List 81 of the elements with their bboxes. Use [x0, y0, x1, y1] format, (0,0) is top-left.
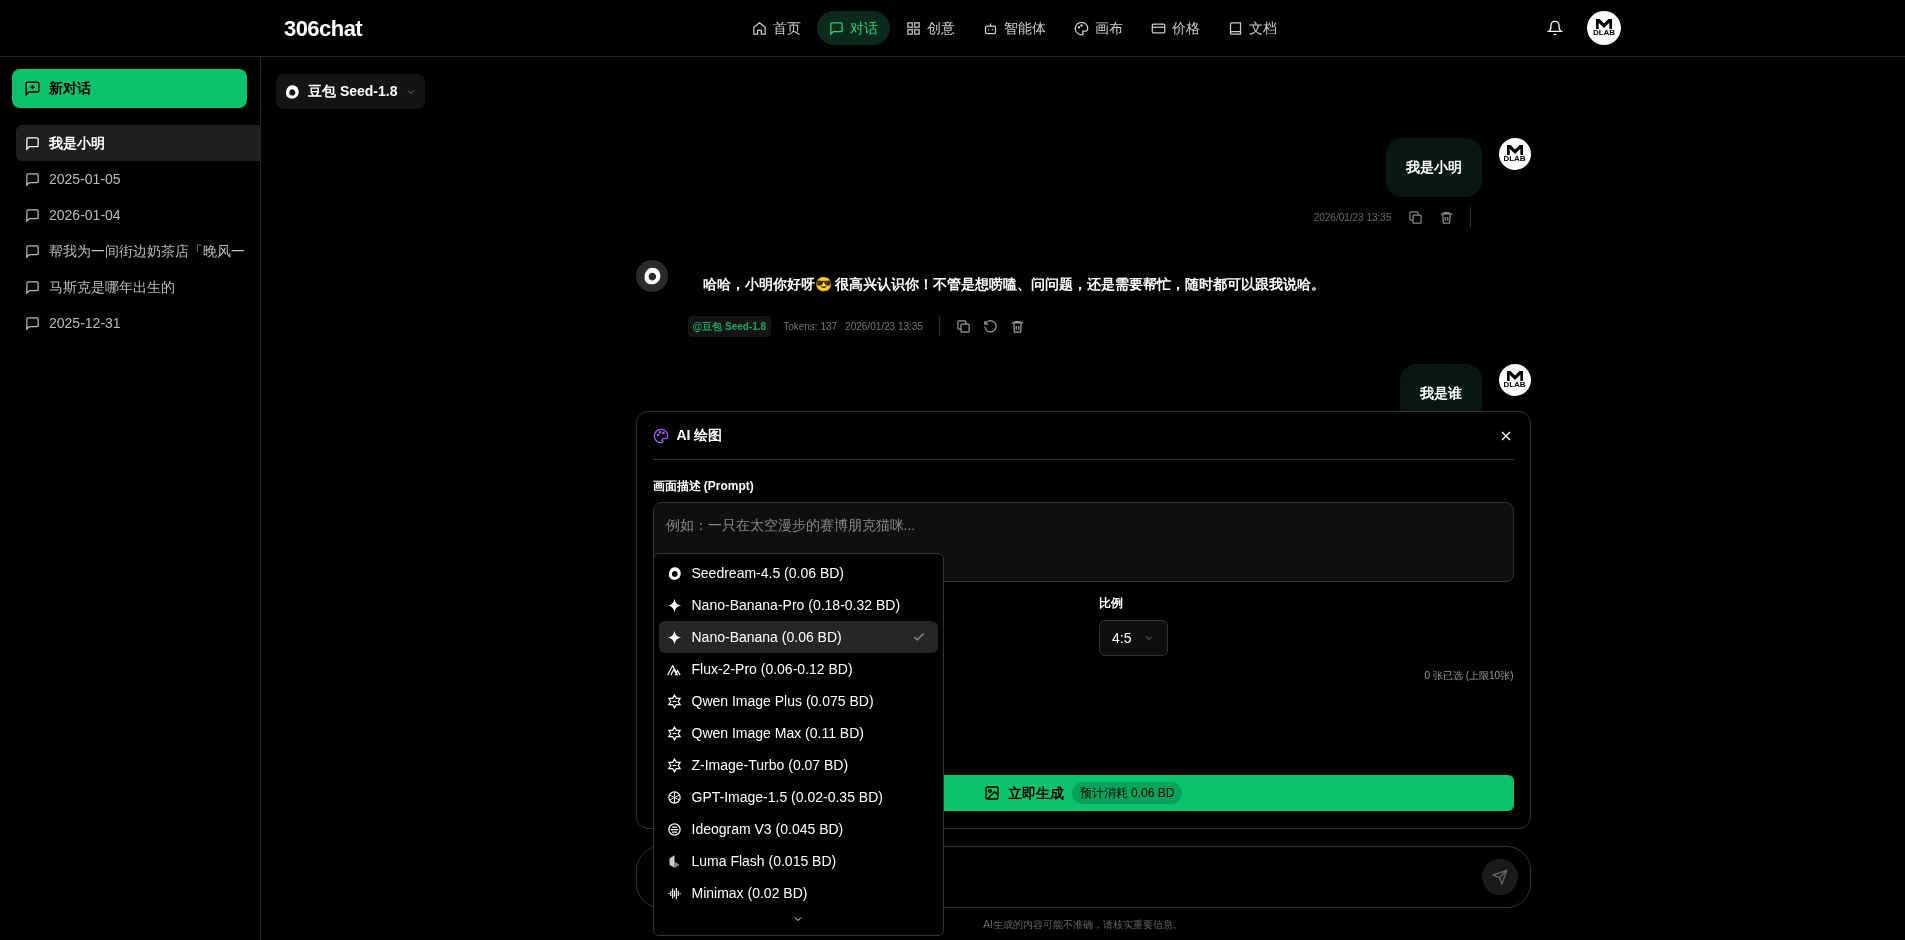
assistant-message: 哈哈，小明你好呀😎 很高兴认识你！不管是想唠嗑、问问题，还是需要帮忙，随时都可以跟我说哈。	[702, 275, 1326, 294]
chat-bubble-icon	[25, 207, 40, 223]
image-icon	[983, 785, 1000, 801]
conversation-item[interactable]: 帮我为一间街边奶茶店「晚风一	[16, 233, 260, 269]
copy-icon[interactable]	[955, 318, 971, 334]
nav-tab[interactable]: 价格	[1139, 11, 1213, 45]
timestamp: 2026/01/23 13:35	[1313, 210, 1392, 225]
copy-icon[interactable]	[1407, 209, 1423, 225]
chat-bubble-icon	[829, 20, 845, 36]
chat-bubble-icon	[25, 243, 40, 259]
nav-tab[interactable]: 首页	[740, 11, 814, 45]
user-avatar[interactable]: DLAB	[1498, 364, 1531, 396]
field-label: 比例	[1099, 595, 1123, 612]
palette-icon	[1074, 20, 1090, 36]
chat-bubble-icon	[25, 171, 40, 187]
conversation-item[interactable]: 马斯克是哪年出生的	[16, 269, 260, 305]
palette-icon	[652, 427, 669, 444]
user-message: 我是小明	[1385, 138, 1482, 197]
conversation-item[interactable]: 2025-01-05	[16, 161, 260, 197]
model-option[interactable]: Flux-2-Pro (0.06-0.12 BD)	[658, 653, 938, 685]
model-option[interactable]: Qwen Image Max (0.11 BD)	[658, 717, 938, 749]
message-composer[interactable]	[635, 846, 1531, 908]
chat-bubble-icon	[25, 279, 40, 295]
nav-tab[interactable]: 创意	[894, 11, 968, 45]
avatar-label: DLAB	[1503, 381, 1526, 389]
user-avatar[interactable]: DLAB	[1498, 138, 1531, 170]
book-icon	[1228, 20, 1244, 36]
model-option[interactable]: Qwen Image Plus (0.075 BD)	[658, 685, 938, 717]
field-label: 画面描述 (Prompt)	[652, 478, 754, 495]
trash-icon[interactable]	[1009, 318, 1025, 334]
nav-tab[interactable]: 文档	[1216, 11, 1290, 45]
nav-tab[interactable]: 智能体	[971, 11, 1059, 45]
model-option[interactable]: Luma Flash (0.015 BD)	[658, 845, 938, 877]
new-chat-button[interactable]: 新对话	[12, 69, 247, 108]
send-icon	[1491, 869, 1508, 885]
waveform-icon	[666, 885, 682, 901]
m-logo-icon	[1506, 145, 1523, 155]
hexagon-star-icon	[666, 725, 682, 741]
token-count: Tokens: 137	[783, 319, 838, 334]
model-option[interactable]: Nano-Banana-Pro (0.18-0.32 BD)	[658, 589, 938, 621]
m-logo-icon	[1506, 371, 1523, 381]
refresh-icon[interactable]	[982, 318, 998, 334]
hexagon-star-icon	[666, 757, 682, 773]
nav-tab[interactable]: 对话	[817, 11, 891, 45]
blob-icon	[666, 565, 682, 581]
brand-logo[interactable]: 306chat	[284, 11, 363, 45]
model-selector[interactable]: 豆包 Seed-1.8	[276, 74, 426, 109]
model-option[interactable]: Minimax (0.02 BD)	[658, 877, 938, 909]
conversation-item[interactable]: 2026-01-04	[16, 197, 260, 233]
ratio-select[interactable]: 4:5	[1099, 620, 1169, 656]
card-icon	[1151, 20, 1167, 36]
model-option[interactable]: Nano-Banana (0.06 BD)	[658, 621, 938, 653]
model-option[interactable]: GPT-Image-1.5 (0.02-0.35 BD)	[658, 781, 938, 813]
sparkle-icon	[666, 597, 682, 613]
checkmark-icon	[911, 630, 926, 644]
model-option[interactable]: Ideogram V3 (0.045 BD)	[658, 813, 938, 845]
grid-icon	[906, 20, 922, 36]
user-avatar[interactable]: DLAB	[1587, 11, 1621, 45]
disclaimer: AI生成的内容可能不准确，请核实重要信息。	[983, 918, 1183, 932]
selection-count: 0 张已选 (上限10张)	[1424, 669, 1514, 683]
trash-icon[interactable]	[1438, 209, 1454, 225]
model-tag: @豆包 Seed-1.8	[687, 315, 772, 337]
bot-avatar	[635, 260, 668, 292]
bell-icon[interactable]	[1547, 20, 1563, 36]
m-logo-icon	[1596, 19, 1612, 29]
avatar-label: DLAB	[1503, 155, 1526, 163]
chat-bubble-icon	[25, 315, 40, 331]
cost-badge: 预计消耗 0.06 BD	[1071, 782, 1183, 804]
chat-bubble-icon	[25, 135, 40, 151]
conversation-item[interactable]: 2025-12-31	[16, 305, 260, 341]
conversation-item[interactable]: 我是小明	[16, 125, 260, 161]
send-button[interactable]	[1481, 859, 1518, 895]
sparkle-icon	[666, 629, 682, 645]
hexagon-star-icon	[666, 693, 682, 709]
timestamp: 2026/01/23 13:35	[845, 319, 923, 334]
dialog-title: AI 绘图	[676, 426, 723, 445]
blob-logo-icon	[284, 83, 300, 100]
home-icon	[752, 20, 768, 36]
avatar-label: DLAB	[1592, 29, 1616, 37]
nav-tab[interactable]: 画布	[1062, 11, 1136, 45]
add-chat-icon	[24, 80, 41, 97]
